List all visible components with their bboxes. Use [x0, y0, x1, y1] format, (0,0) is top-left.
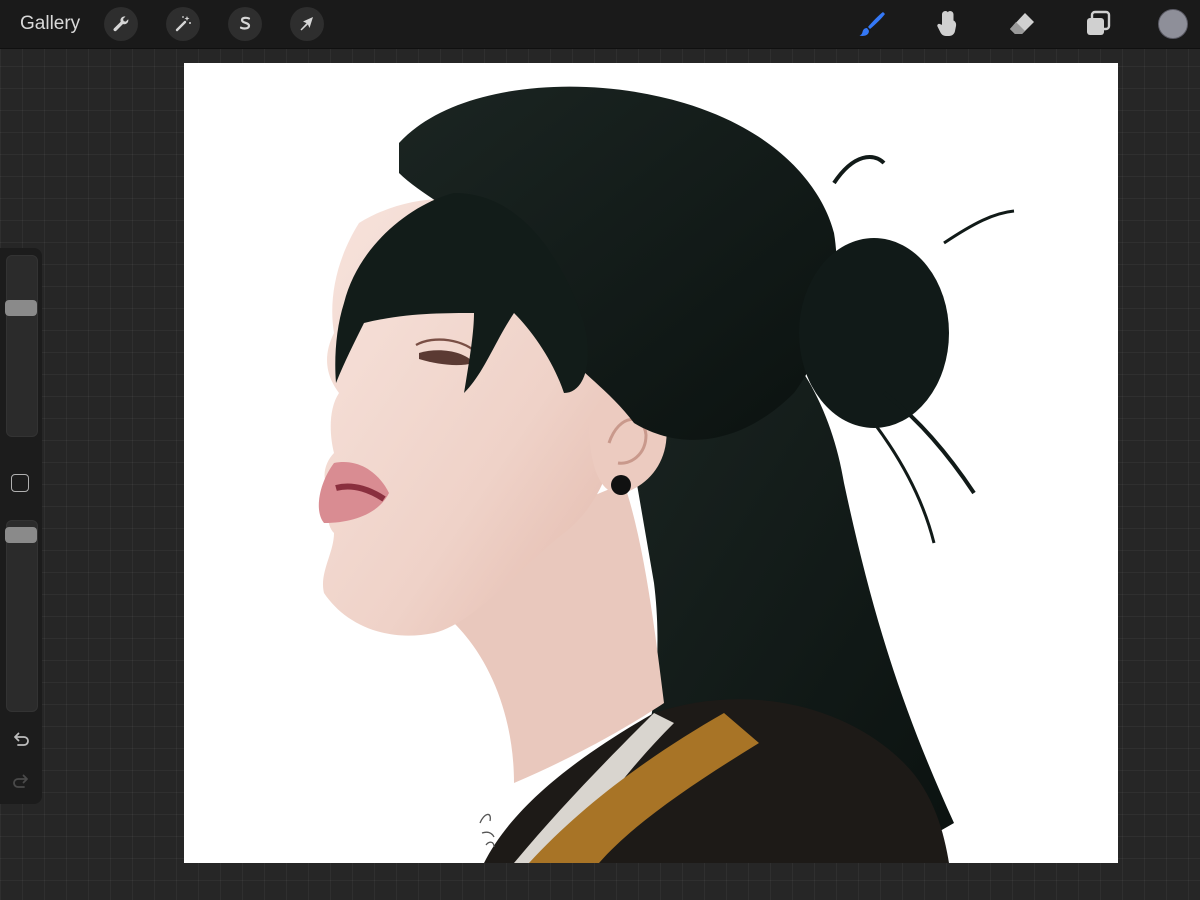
layers-icon: [1087, 10, 1111, 35]
undo-arrow-icon: [14, 732, 29, 746]
top-toolbar: Gallery: [0, 0, 1200, 49]
actions-button[interactable]: [104, 7, 138, 41]
earring: [611, 475, 631, 495]
layers-button[interactable]: [1080, 6, 1116, 42]
brush-size-slider-thumb[interactable]: [5, 299, 37, 316]
wrench-icon: [113, 16, 129, 32]
eraser-tool-button[interactable]: [1004, 6, 1040, 42]
left-sidebar: [0, 248, 42, 804]
brush-icon: [859, 12, 885, 36]
opacity-slider[interactable]: [6, 520, 38, 712]
undo-button[interactable]: [9, 728, 33, 752]
redo-button[interactable]: [9, 770, 33, 794]
smudge-tool-button[interactable]: [928, 6, 964, 42]
magic-wand-icon: [175, 16, 191, 32]
drawing-canvas[interactable]: [184, 63, 1118, 863]
redo-arrow-icon: [13, 774, 28, 788]
brush-size-slider[interactable]: [6, 255, 38, 437]
portrait-artwork: [318, 86, 1015, 863]
transform-button[interactable]: [290, 7, 324, 41]
artist-signature: [479, 813, 495, 848]
smudge-finger-icon: [937, 11, 957, 36]
opacity-slider-thumb[interactable]: [5, 527, 37, 544]
selection-s-icon: [239, 16, 251, 30]
hair-bun: [799, 238, 949, 428]
eraser-icon: [1010, 13, 1034, 34]
arrow-cursor-icon: [300, 17, 313, 31]
selection-button[interactable]: [228, 7, 262, 41]
gallery-button[interactable]: Gallery: [20, 12, 80, 36]
adjustments-button[interactable]: [166, 7, 200, 41]
color-picker-button[interactable]: [1158, 9, 1188, 39]
modify-button[interactable]: [11, 474, 29, 492]
brush-tool-button[interactable]: [854, 6, 890, 42]
